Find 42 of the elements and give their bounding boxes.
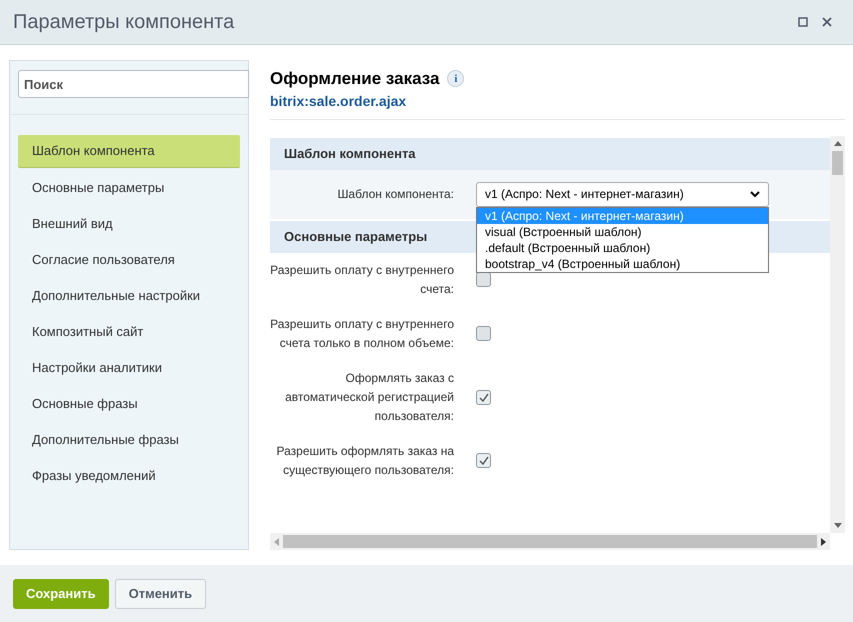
component-code: bitrix:sale.order.ajax <box>270 92 408 110</box>
checkmark-icon <box>478 392 488 402</box>
cancel-button[interactable]: Отменить <box>114 578 206 608</box>
checkmark-icon <box>478 456 488 465</box>
info-button[interactable]: i <box>447 70 464 88</box>
component-title: Оформление заказа <box>270 68 440 90</box>
scroll-right-icon[interactable] <box>821 538 826 546</box>
field-label: Оформлять заказ с автоматической регистрацией пользователя: <box>284 370 455 424</box>
sidebar-item[interactable]: Дополнительные фразы <box>18 423 240 456</box>
checkbox[interactable] <box>476 390 491 404</box>
field-label: Разрешить оплату с внутреннего счета: <box>270 262 455 298</box>
template-select[interactable]: v1 (Аспро: Next - интернет-магазин) <box>476 182 769 206</box>
close-icon[interactable] <box>822 17 832 27</box>
sidebar-item[interactable]: Внешний вид <box>18 207 240 240</box>
window-title: Параметры компонента <box>13 10 234 35</box>
checkbox[interactable] <box>476 272 491 287</box>
scrollbar-thumb[interactable] <box>832 150 843 174</box>
field-label: Разрешить оплату с внутреннего счета только в полном объеме: <box>270 316 455 352</box>
field-label: Разрешить оформлять заказ на существующего пользователя: <box>276 442 455 478</box>
chevron-down-icon <box>750 190 760 198</box>
dropdown-option[interactable]: bootstrap_v4 (Встроенный шаблон) <box>477 256 768 272</box>
scroll-up-icon[interactable] <box>834 140 842 146</box>
dropdown-option[interactable]: .default (Встроенный шаблон) <box>477 240 768 256</box>
search-field[interactable]: Поиск <box>18 70 249 98</box>
scroll-down-icon[interactable] <box>834 523 842 528</box>
sidebar-item[interactable]: Основные фразы <box>18 387 240 420</box>
scrollbar-thumb[interactable] <box>283 535 817 548</box>
maximize-icon[interactable] <box>798 17 808 27</box>
sidebar-item[interactable]: Настройки аналитики <box>18 351 240 384</box>
checkbox[interactable] <box>476 326 491 341</box>
dropdown-option[interactable]: visual (Встроенный шаблон) <box>477 224 768 240</box>
checkbox[interactable] <box>476 453 491 468</box>
sidebar-item[interactable]: Композитный сайт <box>18 315 240 348</box>
section-header: Шаблон компонента <box>270 138 830 170</box>
horizontal-scrollbar[interactable] <box>270 533 830 550</box>
sidebar-item[interactable]: Дополнительные настройки <box>18 279 240 312</box>
field-label: Шаблон компонента: <box>336 186 455 203</box>
sidebar-item[interactable]: Основные параметры <box>18 171 240 204</box>
sidebar-item[interactable]: Шаблон компонента <box>18 135 240 168</box>
sidebar-item[interactable]: Согласие пользователя <box>18 243 240 276</box>
vertical-scrollbar[interactable] <box>830 136 845 533</box>
sidebar-item[interactable]: Фразы уведомлений <box>18 459 240 492</box>
